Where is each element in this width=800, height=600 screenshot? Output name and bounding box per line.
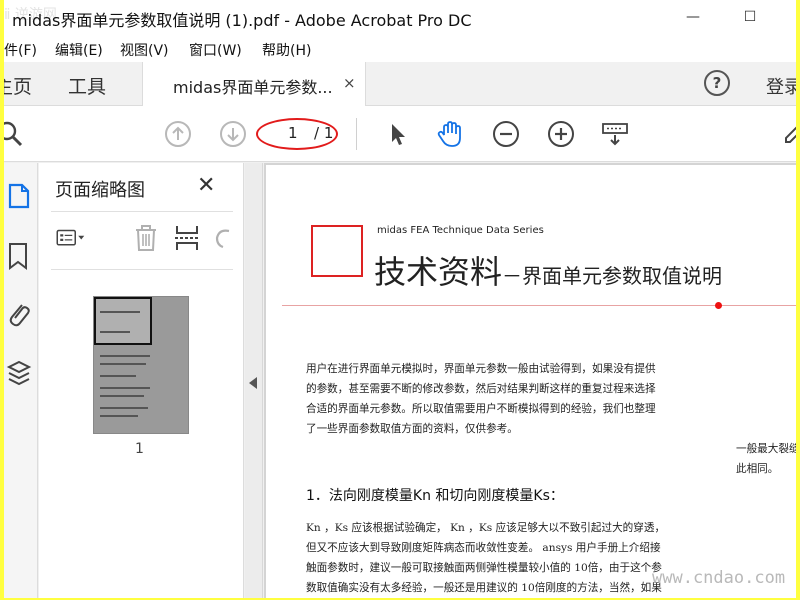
document-view[interactable]: midas FEA Technique Data Series 技术资料－界面单… <box>264 163 796 598</box>
side-note-line: 一般最大裂缝 <box>736 443 796 455</box>
thumbnail-text-line <box>100 387 150 389</box>
hand-tool-icon[interactable] <box>436 120 464 148</box>
tab-bar: 主页 工具 midas界面单元参数... × ? 登录 <box>4 62 796 106</box>
panel-collapse-handle[interactable] <box>245 163 263 598</box>
layers-icon[interactable] <box>6 357 32 387</box>
page-thumbnail[interactable] <box>93 296 189 434</box>
bookmark-icon[interactable] <box>6 241 32 271</box>
thumbnail-text-line <box>100 407 148 409</box>
section-line: Kn ，Ks 应该根据试验确定， Kn ，Ks 应该足够大以不致引起过大的穿透， <box>306 522 666 534</box>
section-line: 但又不应该大到导致刚度矩阵病态而收敛性变差。 ansys 用户手册上介绍接 <box>306 542 661 554</box>
zoom-out-icon[interactable] <box>492 120 520 148</box>
page-options-icon[interactable] <box>55 223 85 253</box>
close-tab-icon[interactable]: × <box>343 74 356 92</box>
attachment-icon[interactable] <box>6 299 32 329</box>
thumbnail-viewport[interactable] <box>94 297 152 345</box>
tab-document[interactable]: midas界面单元参数... × <box>142 62 366 106</box>
minimize-button[interactable]: — <box>681 5 705 29</box>
navigation-rail <box>4 163 38 598</box>
thumbnail-text-line <box>100 363 146 365</box>
document-heading: 技术资料－界面单元参数取值说明 <box>374 247 722 293</box>
thumbnails-icon[interactable] <box>6 181 32 211</box>
toolbar-separator <box>356 118 357 150</box>
thumbnail-text-line <box>100 355 150 357</box>
intro-line: 合适的界面单元参数。所以取值需要用户不断模拟得到的经验，我们也整理 <box>306 403 656 415</box>
menu-window[interactable]: 窗口(W) <box>189 40 242 60</box>
maximize-button[interactable]: ☐ <box>738 5 762 29</box>
edit-pen-icon[interactable] <box>780 120 796 148</box>
prev-page-icon[interactable] <box>164 120 192 148</box>
panel-divider <box>51 269 233 270</box>
intro-line: 用户在进行界面单元模拟时，界面单元参数一般由试验得到，如果没有提供 <box>306 363 656 375</box>
window-title: midas界面单元参数取值说明 (1).pdf - Adobe Acrobat … <box>12 11 472 30</box>
toolbar: 1 / 1 <box>4 106 796 162</box>
delete-icon[interactable] <box>131 223 161 253</box>
select-cursor-icon[interactable] <box>384 120 412 148</box>
insert-page-icon[interactable] <box>173 223 203 253</box>
thumbnail-text-line <box>100 415 138 417</box>
side-note-line: 此相同。 <box>736 463 779 475</box>
menu-view[interactable]: 视图(V) <box>120 40 169 60</box>
tab-home[interactable]: 主页 <box>4 72 32 99</box>
login-button[interactable]: 登录 <box>766 73 796 99</box>
collapse-arrow-icon <box>249 377 257 389</box>
menu-edit[interactable]: 编辑(E) <box>55 40 103 60</box>
series-label: midas FEA Technique Data Series <box>377 225 544 236</box>
thumbnail-text-line <box>100 331 130 333</box>
heading-sub: －界面单元参数取值说明 <box>502 264 723 288</box>
thumbnail-page-label: 1 <box>135 441 144 457</box>
rotate-icon[interactable] <box>209 223 239 253</box>
menu-bar: 件(F) 编辑(E) 视图(V) 窗口(W) 帮助(H) <box>4 34 796 62</box>
watermark-right: www.cndao.com <box>652 568 786 588</box>
section-heading: 1．法向刚度模量Kn 和切向刚度模量Ks： <box>306 488 564 504</box>
thumbnail-text-line <box>100 395 144 397</box>
help-button[interactable]: ? <box>704 70 730 96</box>
thumbnail-text-line <box>100 375 136 377</box>
panel-divider <box>51 211 233 212</box>
tab-document-label: midas界面单元参数... <box>173 78 333 97</box>
heading-main: 技术资料 <box>374 253 503 291</box>
section-line: 数取值确实没有太多经验，一般还是用建议的 10倍刚度的方法，当然，如果 <box>306 582 662 594</box>
search-icon[interactable] <box>4 120 24 148</box>
next-page-icon[interactable] <box>219 120 247 148</box>
keyboard-icon[interactable] <box>601 120 629 148</box>
heading-rule-dot <box>715 302 722 309</box>
pdf-page: midas FEA Technique Data Series 技术资料－界面单… <box>266 165 796 598</box>
thumbnail-text-line <box>100 311 140 313</box>
intro-line: 的参数，甚至需要不断的修改参数，然后对结果判断这样的重复过程来选择 <box>306 383 656 395</box>
current-page: 1 <box>288 124 298 142</box>
tab-tools[interactable]: 工具 <box>68 72 106 99</box>
page-number-field[interactable]: 1 / 1 <box>262 121 334 147</box>
section-line: 触面参数时，建议一般可取接触面两侧弹性模量较小值的 10倍，由于这个参 <box>306 562 662 574</box>
acrobat-window: ⅱ 逆游网 midas界面单元参数取值说明 (1).pdf - Adobe Ac… <box>4 0 796 598</box>
intro-line: 了一些界面参数取值方面的资料，仅供参考。 <box>306 423 518 435</box>
page-thumbnails-panel: 页面缩略图 ✕ 1 <box>39 163 244 598</box>
panel-title: 页面缩略图 <box>55 180 145 201</box>
total-pages: / 1 <box>314 124 334 142</box>
menu-help[interactable]: 帮助(H) <box>262 40 311 60</box>
menu-file[interactable]: 件(F) <box>4 40 37 60</box>
zoom-in-icon[interactable] <box>547 120 575 148</box>
title-bar: ⅱ 逆游网 midas界面单元参数取值说明 (1).pdf - Adobe Ac… <box>4 0 796 34</box>
close-panel-icon[interactable]: ✕ <box>197 173 215 198</box>
logo-square <box>311 225 363 277</box>
